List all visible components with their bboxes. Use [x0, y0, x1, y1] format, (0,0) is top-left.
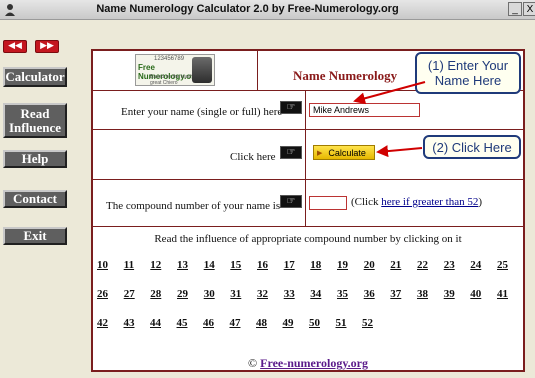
compound-number-link[interactable]: 47 — [230, 317, 241, 329]
compound-number-link[interactable]: 26 — [97, 288, 108, 300]
compound-number-link[interactable]: 51 — [336, 317, 347, 329]
step2-callout: (2) Click Here — [423, 135, 521, 159]
compound-number-link[interactable]: 10 — [97, 259, 108, 271]
compound-number-link[interactable]: 18 — [310, 259, 321, 271]
row-divider — [93, 226, 523, 227]
help-button[interactable]: Help — [3, 150, 67, 168]
pointing-hand-icon: ☞ — [280, 146, 302, 159]
column-divider — [257, 51, 258, 90]
compound-number-link[interactable]: 38 — [417, 288, 428, 300]
compound-number-link[interactable]: 14 — [204, 259, 215, 271]
compound-number-link[interactable]: 44 — [150, 317, 161, 329]
compound-number-link[interactable]: 24 — [470, 259, 481, 271]
greater-than-52-note: (Click here if greater than 52) — [351, 196, 483, 208]
compound-number-link[interactable]: 22 — [417, 259, 428, 271]
compound-number-link[interactable]: 13 — [177, 259, 188, 271]
compound-number-link[interactable]: 23 — [444, 259, 455, 271]
column-divider — [305, 90, 306, 226]
compound-number-link[interactable]: 35 — [337, 288, 348, 300]
contact-button[interactable]: Contact — [3, 190, 67, 208]
compound-number-link[interactable]: 32 — [257, 288, 268, 300]
compound-number-link[interactable]: 27 — [124, 288, 135, 300]
row-divider — [93, 129, 523, 130]
compound-number-field[interactable] — [309, 196, 347, 210]
row-divider — [93, 179, 523, 180]
calculate-button[interactable]: ▶ Calculate — [313, 145, 375, 160]
calculator-button[interactable]: Calculator — [3, 67, 67, 87]
free-numerology-link[interactable]: Free-numerology.org — [260, 356, 368, 370]
step1-callout: (1) Enter Your Name Here — [415, 52, 521, 94]
compound-number-link[interactable]: 17 — [284, 259, 295, 271]
compound-number-link[interactable]: 37 — [390, 288, 401, 300]
forward-arrow-icon[interactable]: ▶▶ — [35, 40, 59, 53]
compound-number-link[interactable]: 30 — [204, 288, 215, 300]
copyright: © Free-numerology.org — [248, 356, 368, 370]
compound-label: The compound number of your name is — [106, 200, 281, 212]
compound-number-link[interactable]: 28 — [150, 288, 161, 300]
compound-number-link[interactable]: 40 — [470, 288, 481, 300]
compound-number-link[interactable]: 45 — [177, 317, 188, 329]
compound-number-link[interactable]: 46 — [203, 317, 214, 329]
calculate-label: Calculate — [328, 147, 366, 158]
calculator-panel: 123456789 Free Numerology.org Based on t… — [91, 49, 525, 372]
compound-number-link[interactable]: 15 — [230, 259, 241, 271]
compound-number-link[interactable]: 49 — [283, 317, 294, 329]
compound-number-link[interactable]: 48 — [256, 317, 267, 329]
compound-number-link[interactable]: 36 — [364, 288, 375, 300]
page-title: Name Numerology — [293, 68, 398, 83]
free-numerology-logo: 123456789 Free Numerology.org Based on t… — [135, 54, 215, 86]
compound-number-link[interactable]: 21 — [390, 259, 401, 271]
compound-number-link[interactable]: 33 — [284, 288, 295, 300]
compound-number-link[interactable]: 20 — [364, 259, 375, 271]
window-title: Name Numerology Calculator 2.0 by Free-N… — [96, 3, 399, 15]
title-bar: Name Numerology Calculator 2.0 by Free-N… — [0, 0, 535, 20]
pointing-hand-icon: ☞ — [280, 195, 302, 208]
compound-number-link[interactable]: 52 — [362, 317, 373, 329]
compound-number-link[interactable]: 11 — [124, 259, 134, 271]
compound-number-link[interactable]: 39 — [444, 288, 455, 300]
read-influence-button[interactable]: Read Influence — [3, 103, 67, 138]
compound-number-link[interactable]: 42 — [97, 317, 108, 329]
compound-number-link[interactable]: 50 — [309, 317, 320, 329]
compound-number-link[interactable]: 34 — [310, 288, 321, 300]
compound-number-link[interactable]: 31 — [230, 288, 241, 300]
minimize-button[interactable]: _ — [508, 2, 522, 16]
compound-number-link[interactable]: 25 — [497, 259, 508, 271]
close-button[interactable]: X — [523, 2, 535, 16]
name-input[interactable]: Mike Andrews — [309, 103, 420, 117]
exit-button[interactable]: Exit — [3, 227, 67, 245]
compound-number-link[interactable]: 41 — [497, 288, 508, 300]
influence-instruction: Read the influence of appropriate compou… — [154, 233, 462, 245]
back-arrow-icon[interactable]: ◀◀ — [3, 40, 27, 53]
compound-number-link[interactable]: 16 — [257, 259, 268, 271]
click-here-label: Click here — [230, 151, 276, 163]
compound-number-link[interactable]: 43 — [124, 317, 135, 329]
name-label: Enter your name (single or full) here — [121, 106, 283, 118]
compound-number-link[interactable]: 29 — [177, 288, 188, 300]
pointing-hand-icon: ☞ — [280, 101, 302, 114]
logo-figure-image — [192, 57, 212, 83]
compound-number-link[interactable]: 12 — [150, 259, 161, 271]
play-icon: ▶ — [317, 149, 323, 157]
logo-top-text: 123456789 — [154, 56, 185, 62]
compound-number-link[interactable]: 19 — [337, 259, 348, 271]
greater-than-52-link[interactable]: here if greater than 52 — [381, 196, 478, 208]
